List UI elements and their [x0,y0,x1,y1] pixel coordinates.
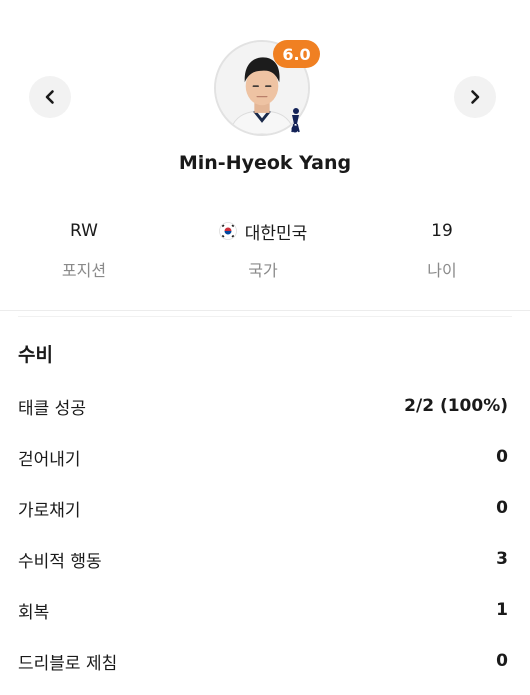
stat-label: 회복 [18,602,50,623]
stat-row: 태클 성공 2/2 (100%) [18,393,508,419]
stat-row: 회복 1 [18,597,508,623]
stat-row: 드리블로 제침 0 [18,648,508,674]
stat-row: 수비적 행동 3 [18,546,508,572]
player-rating-badge: 6.0 [273,40,320,68]
stat-value: 2/2 (100%) [404,396,508,416]
stat-label: 가로채기 [18,500,81,521]
next-player-button[interactable] [454,76,496,118]
age-label: 나이 [427,261,457,280]
stat-value: 1 [496,600,508,620]
south-korea-flag-icon [218,222,237,240]
stat-value: 0 [496,447,508,467]
stat-label: 걷어내기 [18,449,81,470]
position-value: RW [70,221,98,241]
stat-row: 걷어내기 0 [18,444,508,470]
stat-label: 태클 성공 [18,398,86,419]
nationality-value: 대한민국 [244,223,308,244]
stat-value: 3 [496,549,508,569]
nationality-label: 국가 [248,261,278,280]
stat-label: 수비적 행동 [18,551,102,572]
previous-player-button[interactable] [29,76,71,118]
position-label: 포지션 [61,261,107,280]
info-position: RW 포지션 [4,219,164,281]
chevron-right-icon [471,90,480,104]
stat-value: 0 [496,651,508,671]
stat-label: 드리블로 제침 [18,653,118,674]
stat-row: 가로채기 0 [18,495,508,521]
section-divider-inner [18,316,512,317]
section-title: 수비 [18,344,53,366]
chevron-left-icon [45,90,54,104]
info-age: 19 나이 [362,219,522,281]
stat-value: 0 [496,498,508,518]
club-crest-icon [291,108,300,133]
section-divider [0,310,530,311]
info-nationality: 대한민국 국가 [183,219,343,281]
age-value: 19 [431,221,453,241]
player-name: Min-Hyeok Yang [178,152,352,174]
